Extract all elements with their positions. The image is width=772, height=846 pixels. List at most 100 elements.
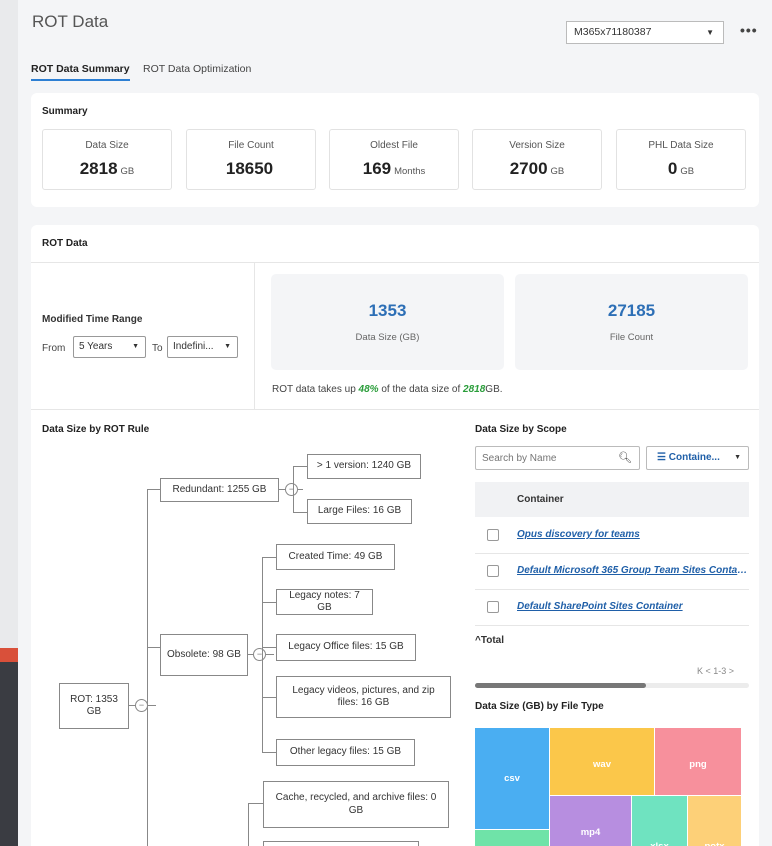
search-input[interactable] [476,447,611,469]
connector [293,466,307,467]
tree-node-large-files: Large Files: 16 GB [307,499,412,524]
stat-label: Version Size [509,140,565,151]
connector [262,697,276,698]
more-options-icon[interactable]: ••• [740,22,758,38]
connector [298,489,303,490]
treemap-tile-potx[interactable]: potx [688,796,741,846]
chevron-down-icon: ▼ [706,28,714,37]
kpi-file-count: 27185 File Count [515,274,748,370]
treemap-tile-xlsx[interactable]: xlsx [632,796,687,846]
stat-data-size: Data Size 2818 GB [42,129,172,190]
tenant-value: M365x71180387 [574,26,652,38]
stat-label: Data Size [85,140,129,151]
divider [31,262,759,263]
tree-node-obsolete: Obsolete: 98 GB [160,634,248,676]
connector [262,602,276,603]
stat-label: File Count [228,140,274,151]
total-row-label: ^Total [475,635,504,646]
connector [248,803,263,804]
to-select[interactable]: Indefini... ▼ [167,336,238,358]
column-container[interactable]: Container [517,494,564,505]
table-header: Container [475,482,749,517]
tree-node-created-time: Created Time: 49 GB [276,544,395,570]
connector [248,803,249,846]
treemap-tile-other[interactable] [475,830,549,846]
stat-version-size: Version Size 2700 GB [472,129,602,190]
table-row: Default SharePoint Sites Container [475,590,749,626]
row-checkbox[interactable] [487,529,499,541]
from-label: From [42,343,66,354]
tree-node-legacy-media: Legacy videos, pictures, and zip files: … [276,676,451,718]
treemap-tile-wav[interactable]: wav [550,728,654,795]
connector [148,705,156,706]
divider [31,409,759,410]
collapse-icon[interactable]: − [285,483,298,496]
kpi-data-size: 1353 Data Size (GB) [271,274,504,370]
connector [266,654,274,655]
tree-node-trivial-more [263,841,419,846]
rot-data-heading: ROT Data [42,238,88,249]
to-label: To [152,343,163,354]
by-type-heading: Data Size (GB) by File Type [475,701,604,712]
connector [262,647,276,648]
collapse-icon[interactable]: − [253,648,266,661]
tree-node-legacy-office: Legacy Office files: 15 GB [276,634,416,661]
stat-label: Oldest File [370,140,418,151]
stat-value: 18650 [225,159,274,178]
tree-node-versions: > 1 version: 1240 GB [307,454,421,479]
container-link[interactable]: Opus discovery for teams [517,529,640,540]
stat-file-count: File Count 18650 [186,129,316,190]
by-scope-heading: Data Size by Scope [475,424,567,435]
stat-phl-data-size: PHL Data Size 0 GB [616,129,746,190]
rot-share-note: ROT data takes up 48% of the data size o… [272,384,503,395]
row-checkbox[interactable] [487,565,499,577]
container-link[interactable]: Default SharePoint Sites Container [517,601,683,612]
treemap-tile-mp4[interactable]: mp4 [550,796,631,846]
row-checkbox[interactable] [487,601,499,613]
search-box: 🔍︎ [475,446,640,470]
rot-data-card: ROT Data Modified Time Range From 5 Year… [31,225,759,846]
stat-value: 2700 GB [509,159,565,178]
container-filter-label: Containe... [668,452,720,463]
connector [262,557,263,753]
search-icon[interactable]: 🔍︎ [618,451,632,464]
chevron-down-icon: ▼ [132,343,139,350]
summary-card: Summary Data Size 2818 GB File Count 1865… [31,93,759,207]
chevron-down-icon: ▼ [224,343,231,350]
stat-label: PHL Data Size [648,140,714,151]
by-rule-heading: Data Size by ROT Rule [42,424,150,435]
kpi-label: Data Size (GB) [355,332,420,343]
container-link[interactable]: Default Microsoft 365 Group Team Sites C… [517,565,749,576]
tree-node-other-legacy: Other legacy files: 15 GB [276,739,415,766]
treemap-tile-png[interactable]: png [655,728,741,795]
tree-node-legacy-notes: Legacy notes: 7 GB [276,589,373,615]
tab-rot-data-summary[interactable]: ROT Data Summary [31,63,130,81]
connector [262,557,276,558]
stat-value: 0 GB [667,159,695,178]
connector [147,647,160,648]
kpi-value: 1353 [368,301,407,320]
tree-node-redundant: Redundant: 1255 GB [160,478,279,502]
container-filter-button[interactable]: ☰ Containe... ▼ [646,446,749,470]
horizontal-scrollbar[interactable] [475,683,749,688]
stat-value: 2818 GB [79,159,135,178]
treemap-tile-csv[interactable]: csv [475,728,549,829]
connector [293,512,307,513]
tenant-dropdown[interactable]: M365x71180387 ▼ [566,21,724,44]
list-icon: ☰ [657,452,669,463]
from-value: 5 Years [79,341,113,352]
scrollbar-thumb[interactable] [475,683,646,688]
rot-percent: 48% [358,384,379,395]
rot-data-panel: ROT Data M365x71180387 ▼ ••• ROT Data Su… [18,0,772,846]
connector [147,489,148,846]
from-select[interactable]: 5 Years ▼ [73,336,146,358]
kpi-label: File Count [609,332,654,343]
tree-node-root: ROT: 1353 GB [59,683,129,729]
connector [262,752,276,753]
page-title: ROT Data [32,12,109,31]
pagination[interactable]: K < 1-3 > [697,666,734,676]
tab-rot-data-optimization[interactable]: ROT Data Optimization [143,63,251,75]
stat-value: 169 Months [362,159,426,178]
connector [293,466,294,513]
stat-oldest-file: Oldest File 169 Months [329,129,459,190]
